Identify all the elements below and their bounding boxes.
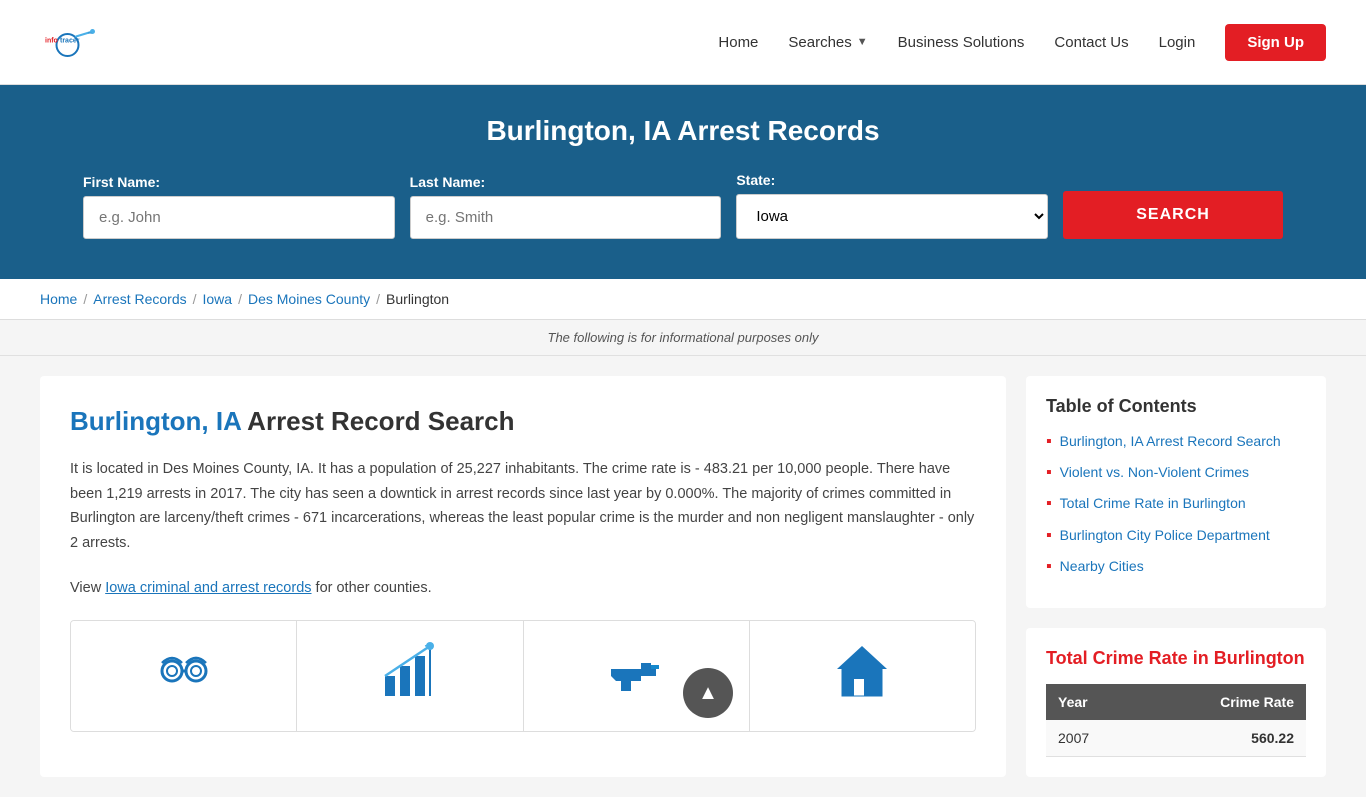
toc-link-total-crime-rate[interactable]: Total Crime Rate in Burlington bbox=[1060, 494, 1246, 512]
toc-bullet-5: ▪ bbox=[1046, 557, 1052, 576]
stat-chart bbox=[297, 621, 523, 731]
description-text: It is located in Des Moines County, IA. … bbox=[70, 457, 976, 556]
nav-home[interactable]: Home bbox=[718, 34, 758, 51]
breadcrumb-burlington: Burlington bbox=[386, 291, 449, 307]
content-right: Table of Contents ▪ Burlington, IA Arres… bbox=[1026, 376, 1326, 777]
toc-item-1: ▪ Burlington, IA Arrest Record Search bbox=[1046, 432, 1306, 451]
first-name-input[interactable] bbox=[83, 196, 395, 239]
toc-link-arrest-record[interactable]: Burlington, IA Arrest Record Search bbox=[1060, 432, 1281, 450]
breadcrumb-arrest-records[interactable]: Arrest Records bbox=[93, 291, 186, 307]
gun-icon bbox=[606, 641, 666, 713]
nav-searches[interactable]: Searches ▼ bbox=[788, 34, 867, 51]
scroll-up-arrow: ▲ bbox=[698, 682, 718, 705]
toc-link-violent-crimes[interactable]: Violent vs. Non-Violent Crimes bbox=[1060, 463, 1249, 481]
iowa-link-paragraph: View Iowa criminal and arrest records fo… bbox=[70, 576, 976, 601]
col-year: Year bbox=[1046, 684, 1140, 720]
breadcrumb-sep-2: / bbox=[193, 291, 197, 307]
heading-blue: Burlington, IA bbox=[70, 406, 241, 436]
crime-rate-table: Year Crime Rate 2007 560.22 bbox=[1046, 684, 1306, 757]
search-form: First Name: Last Name: State: Iowa Alaba… bbox=[83, 172, 1283, 239]
first-name-label: First Name: bbox=[83, 174, 395, 190]
hero-title: Burlington, IA Arrest Records bbox=[40, 115, 1326, 147]
content-left: Burlington, IA Arrest Record Search It i… bbox=[40, 376, 1006, 777]
heading-black: Arrest Record Search bbox=[247, 406, 514, 436]
breadcrumb-home[interactable]: Home bbox=[40, 291, 77, 307]
breadcrumb-des-moines-county[interactable]: Des Moines County bbox=[248, 291, 370, 307]
main-content: Burlington, IA Arrest Record Search It i… bbox=[0, 356, 1366, 797]
logo[interactable]: info tracer ™ bbox=[40, 15, 105, 70]
stats-row bbox=[70, 620, 976, 732]
crime-rate-box: Total Crime Rate in Burlington Year Crim… bbox=[1026, 628, 1326, 777]
header: info tracer ™ Home Searches ▼ Business S… bbox=[0, 0, 1366, 85]
scroll-to-top-button[interactable]: ▲ bbox=[683, 668, 733, 718]
handcuffs-icon bbox=[154, 641, 214, 713]
iowa-criminal-link[interactable]: Iowa criminal and arrest records bbox=[105, 580, 311, 596]
stat-handcuffs bbox=[71, 621, 297, 731]
toc-item-3: ▪ Total Crime Rate in Burlington bbox=[1046, 494, 1306, 513]
last-name-label: Last Name: bbox=[410, 174, 722, 190]
logo-icon: info tracer ™ bbox=[40, 15, 100, 70]
toc-link-police-dept[interactable]: Burlington City Police Department bbox=[1060, 526, 1270, 544]
breadcrumb: Home / Arrest Records / Iowa / Des Moine… bbox=[40, 291, 1326, 307]
state-select[interactable]: Iowa Alabama Alaska Arizona Arkansas Cal… bbox=[736, 194, 1048, 239]
main-nav: Home Searches ▼ Business Solutions Conta… bbox=[718, 24, 1326, 61]
page-heading: Burlington, IA Arrest Record Search bbox=[70, 406, 976, 437]
info-bar: The following is for informational purpo… bbox=[0, 320, 1366, 356]
house-icon bbox=[832, 641, 892, 713]
state-label: State: bbox=[736, 172, 1048, 188]
searches-dropdown-arrow: ▼ bbox=[857, 36, 868, 48]
breadcrumb-sep-4: / bbox=[376, 291, 380, 307]
col-crime-rate: Crime Rate bbox=[1140, 684, 1306, 720]
breadcrumb-sep-3: / bbox=[238, 291, 242, 307]
breadcrumb-bar: Home / Arrest Records / Iowa / Des Moine… bbox=[0, 279, 1366, 320]
toc-item-4: ▪ Burlington City Police Department bbox=[1046, 526, 1306, 545]
toc-link-nearby-cities[interactable]: Nearby Cities bbox=[1060, 557, 1144, 575]
signup-button[interactable]: Sign Up bbox=[1225, 24, 1326, 61]
toc-bullet-2: ▪ bbox=[1046, 463, 1052, 482]
table-row: 2007 560.22 bbox=[1046, 720, 1306, 757]
hero-banner: Burlington, IA Arrest Records First Name… bbox=[0, 85, 1366, 279]
stat-house bbox=[750, 621, 975, 731]
search-button[interactable]: SEARCH bbox=[1063, 191, 1283, 239]
crime-rate-title: Total Crime Rate in Burlington bbox=[1046, 648, 1306, 669]
toc-item-2: ▪ Violent vs. Non-Violent Crimes bbox=[1046, 463, 1306, 482]
toc-bullet-3: ▪ bbox=[1046, 494, 1052, 513]
first-name-group: First Name: bbox=[83, 174, 395, 239]
login-button[interactable]: Login bbox=[1159, 34, 1196, 51]
chart-icon bbox=[380, 641, 440, 713]
last-name-group: Last Name: bbox=[410, 174, 722, 239]
state-group: State: Iowa Alabama Alaska Arizona Arkan… bbox=[736, 172, 1048, 239]
toc-bullet-1: ▪ bbox=[1046, 432, 1052, 451]
toc-title: Table of Contents bbox=[1046, 396, 1306, 417]
nav-business-solutions[interactable]: Business Solutions bbox=[898, 34, 1025, 51]
breadcrumb-iowa[interactable]: Iowa bbox=[203, 291, 233, 307]
svg-text:tracer: tracer bbox=[60, 37, 80, 44]
nav-contact-us[interactable]: Contact Us bbox=[1054, 34, 1128, 51]
year-cell: 2007 bbox=[1046, 720, 1140, 757]
toc-list: ▪ Burlington, IA Arrest Record Search ▪ … bbox=[1046, 432, 1306, 576]
toc-bullet-4: ▪ bbox=[1046, 526, 1052, 545]
rate-cell: 560.22 bbox=[1140, 720, 1306, 757]
svg-text:™: ™ bbox=[88, 31, 92, 36]
breadcrumb-sep-1: / bbox=[83, 291, 87, 307]
svg-text:info: info bbox=[45, 37, 58, 44]
toc-box: Table of Contents ▪ Burlington, IA Arres… bbox=[1026, 376, 1326, 608]
toc-item-5: ▪ Nearby Cities bbox=[1046, 557, 1306, 576]
last-name-input[interactable] bbox=[410, 196, 722, 239]
